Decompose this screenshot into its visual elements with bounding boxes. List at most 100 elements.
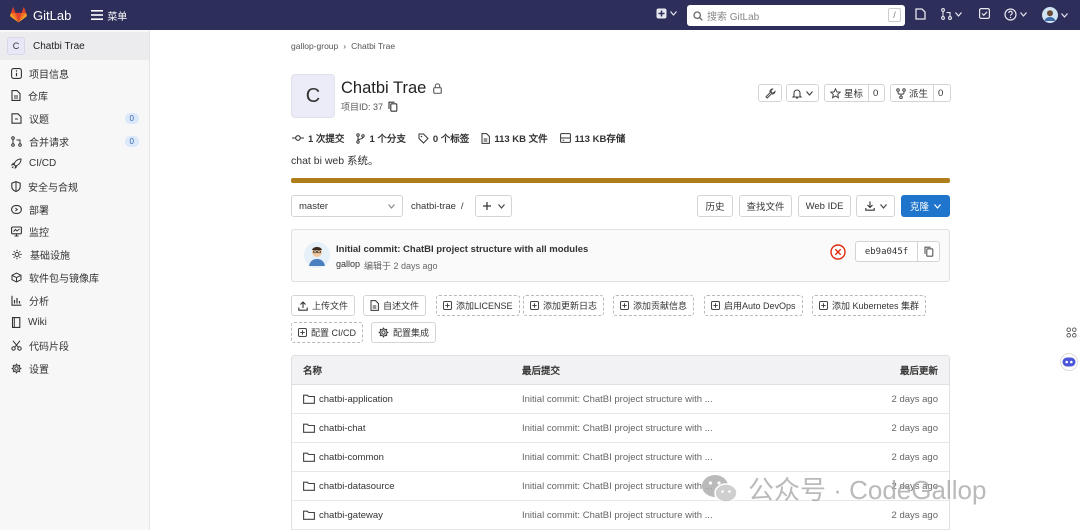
copy-sha-icon[interactable] (918, 242, 939, 261)
quick-action-button[interactable]: 启用Auto DevOps (704, 295, 803, 316)
sidebar-item-13[interactable]: 设置 (0, 357, 149, 379)
plus-square-icon (711, 301, 720, 310)
tree-item-name[interactable]: chatbi-application (303, 385, 393, 413)
star-action[interactable]: 星标 (825, 85, 870, 101)
todos-shortcut[interactable] (979, 8, 990, 19)
tree-item-name[interactable]: chatbi-gateway (303, 501, 383, 529)
history-button[interactable]: 历史 (697, 195, 733, 217)
quick-action-button[interactable]: 添加 Kubernetes 集群 (812, 295, 927, 316)
download-button[interactable] (856, 195, 895, 217)
main-menu-button[interactable]: 菜单 (91, 8, 127, 23)
folder-name: chatbi-common (319, 451, 384, 463)
table-row[interactable]: chatbi-common Initial commit: ChatBI proj… (292, 443, 949, 472)
clone-button[interactable]: 克隆 (901, 195, 950, 217)
help-menu-button[interactable] (1004, 8, 1027, 21)
gitlab-home-link[interactable]: GitLab (10, 7, 71, 23)
quick-action-button[interactable]: 上传文件 (291, 295, 356, 316)
sidebar-item-5[interactable]: 安全与合规 (0, 176, 149, 198)
sidebar-item-label: 仓库 (28, 92, 48, 104)
count-badge: 0 (124, 112, 139, 124)
sidebar-item-11[interactable]: Wiki (0, 312, 149, 334)
commits-count: 1 次提交 (308, 134, 345, 145)
storage-icon (559, 133, 571, 143)
floating-assistant-button[interactable] (1058, 351, 1080, 373)
upload-icon (298, 300, 308, 311)
sidebar-item-label: 合并请求 (29, 137, 69, 149)
create-new-button[interactable] (656, 8, 677, 19)
branch-selector[interactable]: master (291, 195, 403, 217)
fork-action[interactable]: 派生 (891, 85, 935, 101)
sidebar-item-1[interactable]: 仓库 (0, 85, 149, 107)
tree-item-name[interactable]: chatbi-datasource (303, 472, 395, 500)
add-to-tree-button[interactable] (475, 195, 512, 217)
web-ide-button[interactable]: Web IDE (798, 195, 851, 217)
commit-message[interactable]: Initial commit: ChatBI project structure… (336, 244, 588, 255)
quick-action-label: 添加更新日志 (543, 301, 598, 311)
star-button[interactable]: 星标 0 (824, 84, 885, 102)
package-icon (11, 272, 22, 283)
quick-action-button[interactable]: 自述文件 (363, 295, 427, 316)
tree-item-commit[interactable]: Initial commit: ChatBI project structure… (522, 501, 713, 529)
quick-action-button[interactable]: 配置 CI/CD (291, 322, 364, 343)
tree-item-commit[interactable]: Initial commit: ChatBI project structure… (522, 472, 713, 500)
tree-item-commit[interactable]: Initial commit: ChatBI project structure… (522, 414, 713, 442)
breadcrumb-group-link[interactable]: gallop-group (291, 41, 338, 51)
sidebar-item-4[interactable]: CI/CD (0, 153, 149, 175)
commit-sha[interactable]: eb9a045f (856, 242, 918, 261)
issues-shortcut[interactable] (915, 8, 926, 20)
commit-author[interactable]: gallop (336, 259, 360, 272)
table-row[interactable]: chatbi-application Initial commit: ChatBI… (292, 385, 949, 414)
branches-stat[interactable]: 1 个分支 (356, 131, 406, 145)
project-settings-button[interactable] (758, 84, 782, 102)
tree-item-name[interactable]: chatbi-chat (303, 414, 365, 442)
author-avatar[interactable] (304, 242, 330, 268)
sidebar-item-0[interactable]: 项目信息 (0, 62, 149, 84)
table-row[interactable]: chatbi-chat Initial commit: ChatBI projec… (292, 414, 949, 443)
search-shortcut-key: / (888, 8, 901, 22)
plus-square-icon (530, 301, 539, 310)
fork-count[interactable]: 0 (934, 88, 947, 99)
star-count[interactable]: 0 (869, 88, 882, 99)
fork-button[interactable]: 派生 0 (890, 84, 951, 102)
sidebar-item-7[interactable]: 监控 (0, 221, 149, 243)
sidebar-item-2[interactable]: 议题 0 (0, 107, 149, 129)
commits-stat[interactable]: 1 次提交 (292, 131, 344, 145)
repo-path-link[interactable]: chatbi-trae (411, 201, 456, 212)
storage-stat[interactable]: 113 KB存储 (559, 131, 625, 145)
chevron-down-icon (498, 203, 505, 209)
sidebar-project-link[interactable]: C Chatbi Trae (0, 32, 149, 60)
sidebar-item-3[interactable]: 合并请求 0 (0, 130, 149, 152)
quick-action-button[interactable]: 配置集成 (371, 322, 437, 343)
sidebar-item-6[interactable]: 部署 (0, 198, 149, 220)
sidebar-item-10[interactable]: 分析 (0, 289, 149, 311)
sidebar-item-8[interactable]: 基础设施 (0, 244, 149, 266)
sidebar-item-9[interactable]: 软件包与镜像库 (0, 266, 149, 288)
tree-item-commit[interactable]: Initial commit: ChatBI project structure… (522, 385, 713, 413)
quick-action-label: 添加贡献信息 (633, 301, 688, 311)
project-id: 项目ID: 37 (341, 100, 398, 113)
quick-action-button[interactable]: 添加LICENSE (436, 295, 520, 316)
sidebar-item-12[interactable]: 代码片段 (0, 334, 149, 356)
breadcrumb-project-link[interactable]: Chatbi Trae (351, 41, 395, 51)
quick-action-label: 上传文件 (312, 301, 349, 311)
tree-item-commit[interactable]: Initial commit: ChatBI project structure… (522, 443, 713, 471)
search-input[interactable]: 搜索 GitLab / (687, 5, 905, 26)
copy-id-icon[interactable] (388, 101, 398, 112)
files-stat[interactable]: 113 KB 文件 (481, 131, 548, 145)
user-menu-button[interactable] (1042, 7, 1068, 23)
tree-item-name[interactable]: chatbi-common (303, 443, 384, 471)
folder-icon (303, 394, 315, 404)
find-file-button[interactable]: 查找文件 (739, 195, 792, 217)
floating-tool-button[interactable] (1062, 322, 1080, 342)
sidebar-item-label: Wiki (28, 317, 47, 329)
notification-button[interactable] (786, 84, 819, 102)
quick-action-button[interactable]: 添加贡献信息 (613, 295, 695, 316)
assistant-icon (1060, 353, 1078, 371)
sidebar-project-name: Chatbi Trae (33, 40, 85, 52)
folder-icon (303, 481, 315, 491)
quick-action-button[interactable]: 添加更新日志 (523, 295, 605, 316)
merge-requests-shortcut[interactable] (941, 8, 962, 20)
plus-square-icon (819, 301, 828, 310)
tags-stat[interactable]: 0 个标签 (418, 131, 469, 145)
pipeline-failed-icon[interactable] (830, 244, 846, 260)
